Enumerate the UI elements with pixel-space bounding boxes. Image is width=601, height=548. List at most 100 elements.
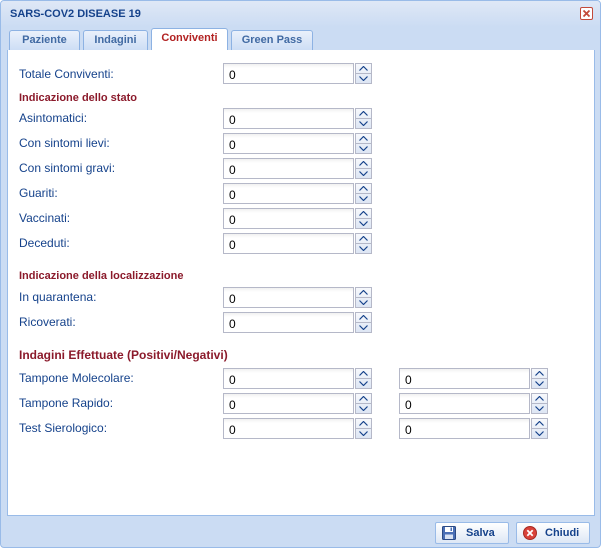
test-sierologico-negativi-input[interactable]: 0 <box>399 418 530 439</box>
spinner-up-button[interactable] <box>356 64 371 74</box>
deceduti-label: Deceduti: <box>19 236 70 250</box>
deceduti-input[interactable]: 0 <box>223 233 354 254</box>
guariti-spinner: 0 <box>223 183 372 204</box>
test-sierologico-positivi-spinner: 0 <box>223 418 372 439</box>
chevron-down-icon <box>535 431 544 436</box>
ricoverati-input[interactable]: 0 <box>223 312 354 333</box>
spinner-up-button[interactable] <box>356 313 371 323</box>
chevron-up-icon <box>535 371 544 376</box>
chevron-up-icon <box>359 111 368 116</box>
spinner-down-button[interactable] <box>356 429 371 438</box>
spinner-down-button[interactable] <box>356 298 371 307</box>
spinner-up-button[interactable] <box>356 369 371 379</box>
guariti-label: Guariti: <box>19 186 58 200</box>
save-button-label: Salva <box>466 527 495 539</box>
test-sierologico-label: Test Sierologico: <box>19 421 108 435</box>
test-sierologico-positivi-input[interactable]: 0 <box>223 418 354 439</box>
spinner-up-button[interactable] <box>532 419 547 429</box>
chevron-up-icon <box>359 161 368 166</box>
guariti-input[interactable]: 0 <box>223 183 354 204</box>
chevron-up-icon <box>359 290 368 295</box>
vaccinati-input[interactable]: 0 <box>223 208 354 229</box>
vaccinati-label: Vaccinati: <box>19 211 71 225</box>
section-heading-stato: Indicazione dello stato <box>19 92 137 104</box>
tab-conviventi[interactable]: Conviventi <box>151 28 228 51</box>
spinner-up-button[interactable] <box>532 369 547 379</box>
quarantena-label: In quarantena: <box>19 290 97 304</box>
tampone-molecolare-negativi-spinner: 0 <box>399 368 548 389</box>
spinner-down-button[interactable] <box>356 119 371 128</box>
tampone-rapido-negativi-spinner: 0 <box>399 393 548 414</box>
window-title: SARS-COV2 DISEASE 19 <box>10 8 141 20</box>
tab-indagini[interactable]: Indagini <box>83 30 148 50</box>
chevron-up-icon <box>359 136 368 141</box>
asintomatici-input[interactable]: 0 <box>223 108 354 129</box>
spinner-down-button[interactable] <box>356 74 371 83</box>
spinner-up-button[interactable] <box>356 209 371 219</box>
tab-green-pass[interactable]: Green Pass <box>231 30 313 50</box>
quarantena-spinner: 0 <box>223 287 372 308</box>
chevron-down-icon <box>359 246 368 251</box>
spinner-down-button[interactable] <box>532 379 547 388</box>
spinner-up-button[interactable] <box>356 394 371 404</box>
spinner-down-button[interactable] <box>356 219 371 228</box>
close-window-button[interactable] <box>580 7 593 20</box>
ricoverati-label: Ricoverati: <box>19 315 76 329</box>
close-icon <box>582 9 591 18</box>
spinner-down-button[interactable] <box>356 144 371 153</box>
spinner-down-button[interactable] <box>356 379 371 388</box>
chevron-up-icon <box>359 211 368 216</box>
chevron-up-icon <box>359 421 368 426</box>
spinner-up-button[interactable] <box>356 288 371 298</box>
tampone-molecolare-positivi-input[interactable]: 0 <box>223 368 354 389</box>
spinner-down-button[interactable] <box>356 404 371 413</box>
chevron-up-icon <box>535 396 544 401</box>
section-heading-indagini: Indagini Effettuate (Positivi/Negativi) <box>19 348 228 362</box>
spinner-down-button[interactable] <box>356 323 371 332</box>
spinner-up-button[interactable] <box>356 419 371 429</box>
floppy-disk-icon <box>442 526 456 540</box>
chevron-down-icon <box>359 325 368 330</box>
spinner-down-button[interactable] <box>356 194 371 203</box>
tampone-rapido-negativi-input[interactable]: 0 <box>399 393 530 414</box>
sintomi-lievi-input[interactable]: 0 <box>223 133 354 154</box>
spinner-down-button[interactable] <box>356 244 371 253</box>
deceduti-spinner: 0 <box>223 233 372 254</box>
quarantena-input[interactable]: 0 <box>223 287 354 308</box>
chevron-down-icon <box>535 406 544 411</box>
chevron-up-icon <box>359 396 368 401</box>
chevron-down-icon <box>535 381 544 386</box>
sintomi-lievi-label: Con sintomi lievi: <box>19 136 110 150</box>
tampone-molecolare-positivi-spinner: 0 <box>223 368 372 389</box>
spinner-up-button[interactable] <box>356 234 371 244</box>
chevron-up-icon <box>359 371 368 376</box>
spinner-down-button[interactable] <box>532 429 547 438</box>
chevron-up-icon <box>359 315 368 320</box>
close-button[interactable]: Chiudi <box>516 522 590 544</box>
chevron-down-icon <box>359 121 368 126</box>
sintomi-gravi-spinner: 0 <box>223 158 372 179</box>
spinner-up-button[interactable] <box>356 184 371 194</box>
chevron-down-icon <box>359 146 368 151</box>
totale-conviventi-label: Totale Conviventi: <box>19 67 114 81</box>
asintomatici-label: Asintomatici: <box>19 111 88 125</box>
spinner-up-button[interactable] <box>356 159 371 169</box>
chevron-down-icon <box>359 300 368 305</box>
ricoverati-spinner: 0 <box>223 312 372 333</box>
tab-paziente[interactable]: Paziente <box>9 30 80 50</box>
totale-conviventi-spinner: 0 <box>223 63 372 84</box>
spinner-down-button[interactable] <box>532 404 547 413</box>
chevron-down-icon <box>359 381 368 386</box>
title-bar[interactable]: SARS-COV2 DISEASE 19 <box>1 1 600 27</box>
spinner-down-button[interactable] <box>356 169 371 178</box>
tampone-molecolare-negativi-input[interactable]: 0 <box>399 368 530 389</box>
spinner-up-button[interactable] <box>356 134 371 144</box>
tampone-rapido-positivi-input[interactable]: 0 <box>223 393 354 414</box>
chevron-down-icon <box>359 76 368 81</box>
save-button[interactable]: Salva <box>435 522 509 544</box>
sintomi-gravi-input[interactable]: 0 <box>223 158 354 179</box>
sintomi-gravi-label: Con sintomi gravi: <box>19 161 116 175</box>
totale-conviventi-input[interactable]: 0 <box>223 63 354 84</box>
spinner-up-button[interactable] <box>356 109 371 119</box>
spinner-up-button[interactable] <box>532 394 547 404</box>
